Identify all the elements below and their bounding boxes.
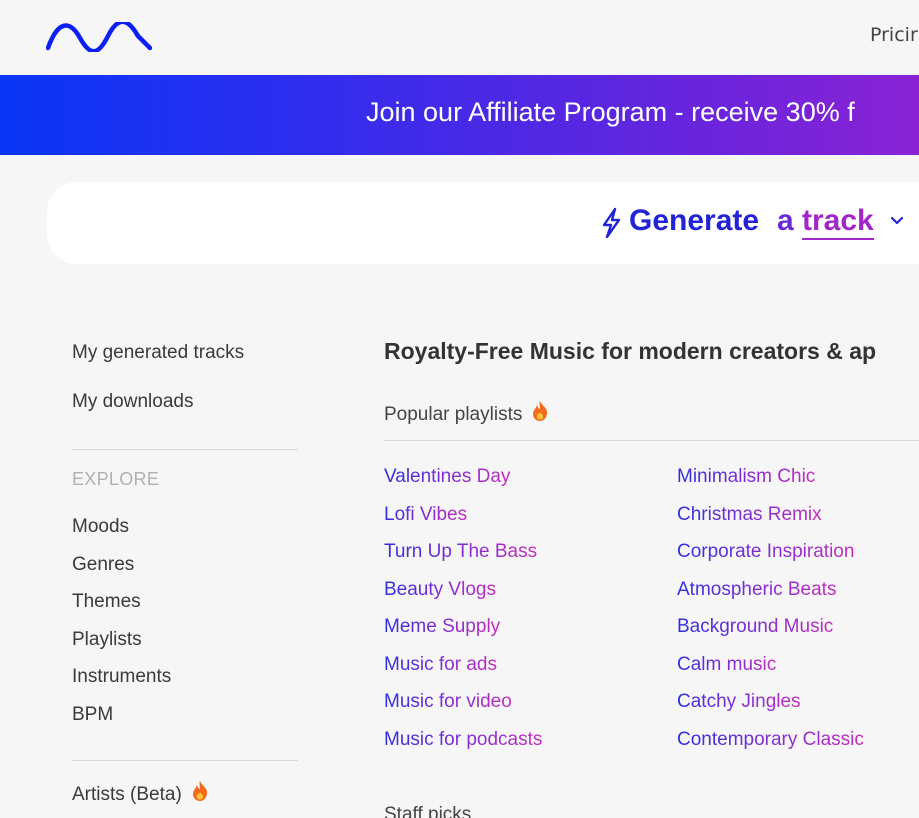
sidebar-item-themes[interactable]: Themes xyxy=(72,591,141,613)
affiliate-banner-text[interactable]: Join our Affiliate Program - receive 30%… xyxy=(366,97,855,128)
sidebar-item-instruments[interactable]: Instruments xyxy=(72,666,171,688)
popular-playlists-text: Popular playlists xyxy=(384,404,523,425)
page: Pricir Join our Affiliate Program - rece… xyxy=(0,0,919,818)
generate-type-select[interactable]: track xyxy=(802,204,874,240)
playlist-link[interactable]: Music for video xyxy=(384,691,512,713)
sidebar-item-my-generated-tracks[interactable]: My generated tracks xyxy=(72,342,244,364)
affiliate-banner[interactable]: Join our Affiliate Program - receive 30%… xyxy=(0,75,919,155)
sidebar-item-moods[interactable]: Moods xyxy=(72,516,129,538)
sidebar-item-bpm[interactable]: BPM xyxy=(72,704,113,726)
section-divider xyxy=(384,440,919,441)
playlist-link[interactable]: Minimalism Chic xyxy=(677,466,815,488)
sidebar-divider xyxy=(72,760,298,761)
nav-link-pricing[interactable]: Pricir xyxy=(870,24,918,46)
sidebar-item-genres[interactable]: Genres xyxy=(72,554,134,576)
sidebar-item-artists-label: Artists (Beta) xyxy=(72,784,182,805)
wave-logo-icon[interactable] xyxy=(46,22,152,52)
staff-picks-label: Staff picks xyxy=(384,804,472,818)
sidebar-explore-heading: EXPLORE xyxy=(72,469,160,489)
chevron-down-icon[interactable] xyxy=(890,216,904,226)
playlist-link[interactable]: Christmas Remix xyxy=(677,504,822,526)
playlist-link[interactable]: Calm music xyxy=(677,654,776,676)
playlist-link[interactable]: Valentines Day xyxy=(384,466,510,488)
fire-icon xyxy=(533,401,548,421)
playlist-link[interactable]: Atmospheric Beats xyxy=(677,579,836,601)
fire-icon xyxy=(192,781,207,801)
generate-track-bar[interactable]: Generate a track xyxy=(47,182,919,264)
playlist-link[interactable]: Beauty Vlogs xyxy=(384,579,496,601)
playlist-link[interactable]: Catchy Jingles xyxy=(677,691,801,713)
playlist-link[interactable]: Corporate Inspiration xyxy=(677,541,854,563)
lightning-bolt-icon xyxy=(602,207,621,239)
playlist-link[interactable]: Music for ads xyxy=(384,654,497,676)
playlist-link[interactable]: Meme Supply xyxy=(384,616,500,638)
playlist-link[interactable]: Turn Up The Bass xyxy=(384,541,537,563)
sidebar-item-artists[interactable]: Artists (Beta) xyxy=(72,780,210,806)
sidebar-item-my-downloads[interactable]: My downloads xyxy=(72,391,193,413)
page-title: Royalty-Free Music for modern creators &… xyxy=(384,338,877,364)
playlist-link[interactable]: Lofi Vibes xyxy=(384,504,467,526)
playlist-link[interactable]: Music for podcasts xyxy=(384,729,542,751)
top-navbar: Pricir xyxy=(0,0,919,75)
generate-word: Generate xyxy=(629,204,760,237)
playlist-link[interactable]: Background Music xyxy=(677,616,833,638)
sidebar-item-playlists[interactable]: Playlists xyxy=(72,629,142,651)
popular-playlists-label: Popular playlists xyxy=(384,400,550,426)
playlist-link[interactable]: Contemporary Classic xyxy=(677,729,864,751)
generate-article: a xyxy=(777,204,794,237)
sidebar-divider xyxy=(72,449,298,450)
